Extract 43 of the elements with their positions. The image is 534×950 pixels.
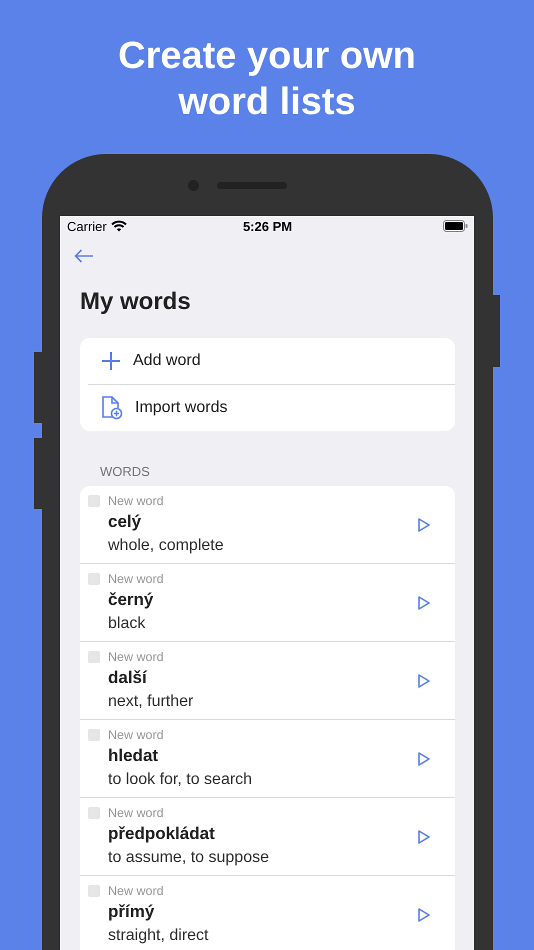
play-icon[interactable] [418, 518, 430, 532]
word-text: černý [108, 590, 154, 610]
word-text: celý [108, 512, 142, 532]
word-status: New word [108, 494, 164, 508]
word-text: hledat [108, 746, 160, 766]
word-status: New word [108, 572, 164, 586]
play-icon[interactable] [418, 674, 430, 688]
play-icon[interactable] [418, 908, 430, 922]
play-icon[interactable] [418, 830, 430, 844]
headline: word lists [178, 80, 356, 125]
wifi-icon [110, 220, 127, 232]
word-translation: to look for, to search [108, 771, 254, 789]
word-translation: next, further [108, 693, 194, 711]
word-translation: to assume, to suppose [108, 849, 270, 867]
status-square-icon [88, 573, 100, 585]
word-status: New word [108, 728, 164, 742]
word-text: další [108, 668, 148, 688]
status-square-icon [88, 495, 100, 507]
document-add-icon [101, 396, 123, 420]
play-icon[interactable] [418, 596, 430, 610]
section-header: WORDS [100, 464, 151, 479]
battery-icon [443, 220, 468, 232]
word-status: New word [108, 650, 164, 664]
play-icon[interactable] [418, 752, 430, 766]
status-time: 5:26 PM [242, 218, 294, 234]
status-square-icon [88, 807, 100, 819]
status-square-icon [88, 729, 100, 741]
back-arrow-icon[interactable] [74, 249, 94, 263]
carrier-label: Carrier [67, 218, 107, 234]
word-status: New word [108, 884, 164, 898]
headline: Create your own [118, 34, 416, 79]
word-status: New word [108, 806, 164, 820]
word-text: předpokládat [108, 824, 216, 844]
word-translation: straight, direct [108, 927, 210, 945]
action-item[interactable]: Import words [135, 399, 228, 417]
plus-icon [101, 351, 121, 371]
status-square-icon [88, 885, 100, 897]
action-item[interactable]: Add word [133, 352, 201, 370]
word-translation: whole, complete [108, 537, 225, 555]
word-translation: black [108, 615, 146, 633]
word-text: přímý [108, 902, 156, 922]
page-title: My words [80, 288, 192, 316]
status-square-icon [88, 651, 100, 663]
